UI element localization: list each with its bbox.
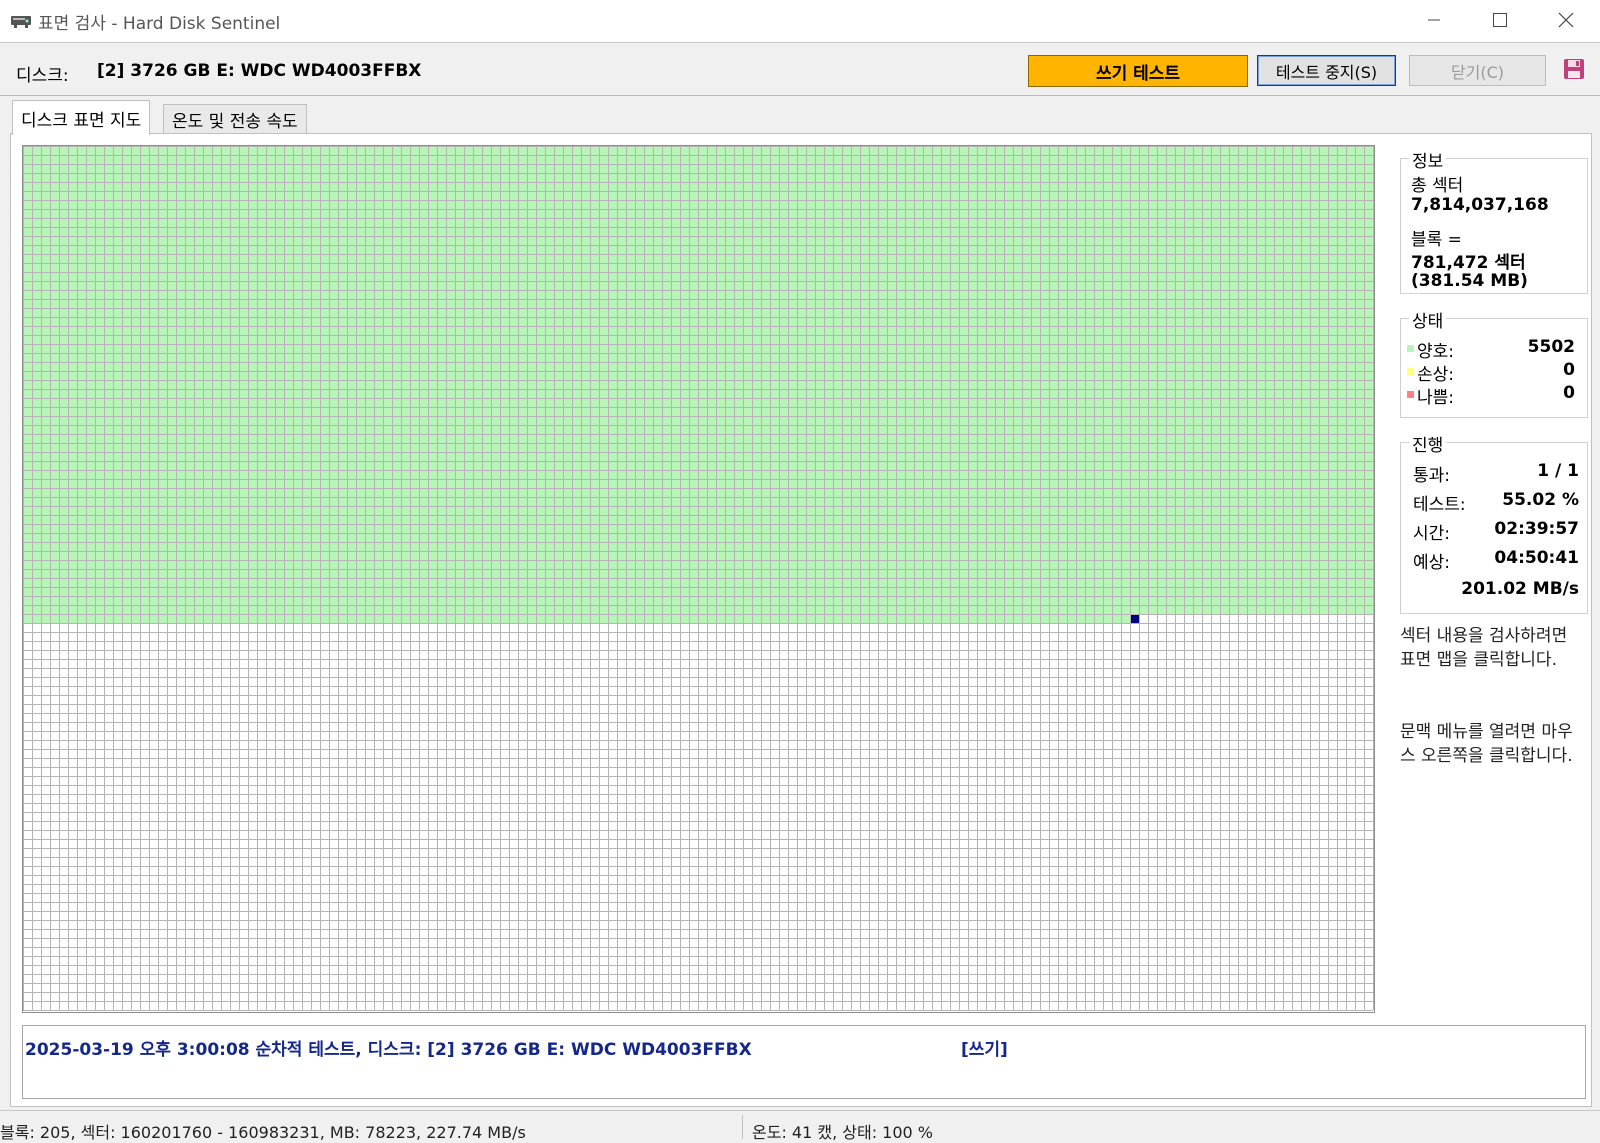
block-size: (381.54 MB) (1411, 271, 1528, 291)
disk-toolbar: 디스크: [2] 3726 GB E: WDC WD4003FFBX 쓰기 테스… (0, 43, 1600, 96)
bad-label: 나쁨: (1417, 388, 1455, 408)
progress-group: 진행 통과: 1 / 1 테스트: 55.02 % 시간: 02:39:57 예… (1400, 431, 1588, 614)
log-box[interactable]: 2025-03-19 오후 3:00:08 순차적 테스트, 디스크: [2] … (22, 1025, 1586, 1099)
close-icon (1558, 12, 1574, 28)
minimize-icon (1427, 13, 1441, 27)
disk-icon (10, 13, 32, 29)
context-menu-note: 문맥 메뉴를 열려면 마우스 오른쪽을 클릭합니다. (1400, 722, 1573, 766)
info-group: 정보 총 섹터 7,814,037,168 블록 = 781,472 섹터 (3… (1400, 147, 1588, 294)
info-group-title: 정보 (1409, 147, 1447, 172)
log-tag: [쓰기] (961, 1040, 1008, 1060)
close-label: 닫기(C) (1450, 62, 1505, 82)
tab-temperature-speed-label: 온도 및 전송 속도 (172, 111, 298, 132)
maximize-button[interactable] (1470, 0, 1530, 40)
log-entry: 2025-03-19 오후 3:00:08 순차적 테스트, 디스크: [2] … (25, 1040, 752, 1060)
pass-value: 1 / 1 (1537, 461, 1579, 481)
close-window-button[interactable] (1536, 0, 1596, 40)
good-value: 5502 (1527, 337, 1575, 357)
block-label: 블록 = (1411, 230, 1462, 250)
test-value: 55.02 % (1502, 490, 1579, 510)
damaged-label: 손상: (1417, 365, 1455, 385)
speed-value: 201.02 MB/s (1461, 579, 1579, 599)
damaged-value: 0 (1563, 360, 1575, 380)
good-label: 양호: (1417, 342, 1455, 362)
disk-name: [2] 3726 GB E: WDC WD4003FFBX (97, 61, 422, 81)
stop-test-button[interactable]: 테스트 중지(S) (1257, 55, 1396, 86)
stop-test-label: 테스트 중지(S) (1275, 62, 1378, 82)
block-sectors: 781,472 섹터 (1411, 253, 1526, 273)
good-legend-swatch (1407, 345, 1414, 352)
status-group-title: 상태 (1409, 307, 1447, 332)
status-temperature: 온도: 41 캤, 상태: 100 % (752, 1123, 933, 1142)
tab-temperature-speed[interactable]: 온도 및 전송 속도 (163, 104, 307, 134)
time-value: 02:39:57 (1494, 519, 1579, 539)
surface-map-canvas[interactable] (23, 146, 1374, 1012)
close-button[interactable]: 닫기(C) (1409, 55, 1546, 86)
click-map-note: 섹터 내용을 검사하려면 표면 맵을 클릭합니다. (1400, 626, 1568, 670)
tab-surface-map[interactable]: 디스크 표면 지도 (12, 100, 151, 135)
disk-label: 디스크: (16, 66, 69, 86)
status-bar: 블록: 205, 섹터: 160201760 - 160983231, MB: … (0, 1110, 1600, 1142)
save-icon[interactable] (1562, 57, 1586, 81)
tab-surface-map-label: 디스크 표면 지도 (21, 110, 142, 131)
minimize-button[interactable] (1404, 0, 1464, 40)
estimate-value: 04:50:41 (1494, 548, 1579, 568)
current-block-marker (1131, 615, 1139, 623)
pass-label: 통과: (1413, 466, 1451, 486)
test-label: 테스트: (1413, 495, 1466, 515)
damaged-legend-swatch (1407, 368, 1414, 375)
estimate-label: 예상: (1413, 553, 1451, 573)
window-title: 표면 검사 - Hard Disk Sentinel (38, 14, 281, 34)
time-label: 시간: (1413, 524, 1451, 544)
status-separator (742, 1115, 743, 1139)
bad-legend-swatch (1407, 391, 1414, 398)
title-bar: 표면 검사 - Hard Disk Sentinel (0, 0, 1600, 42)
write-test-button[interactable]: 쓰기 테스트 (1028, 55, 1248, 87)
status-group: 상태 양호: 5502 손상: 0 나쁨: 0 (1400, 307, 1588, 418)
maximize-icon (1492, 12, 1508, 28)
total-sectors-label: 총 섹터 (1411, 176, 1464, 196)
progress-group-title: 진행 (1409, 431, 1447, 456)
bad-value: 0 (1563, 383, 1575, 403)
surface-map[interactable] (22, 145, 1375, 1013)
status-block-info: 블록: 205, 섹터: 160201760 - 160983231, MB: … (0, 1123, 526, 1142)
total-sectors-value: 7,814,037,168 (1411, 195, 1549, 215)
